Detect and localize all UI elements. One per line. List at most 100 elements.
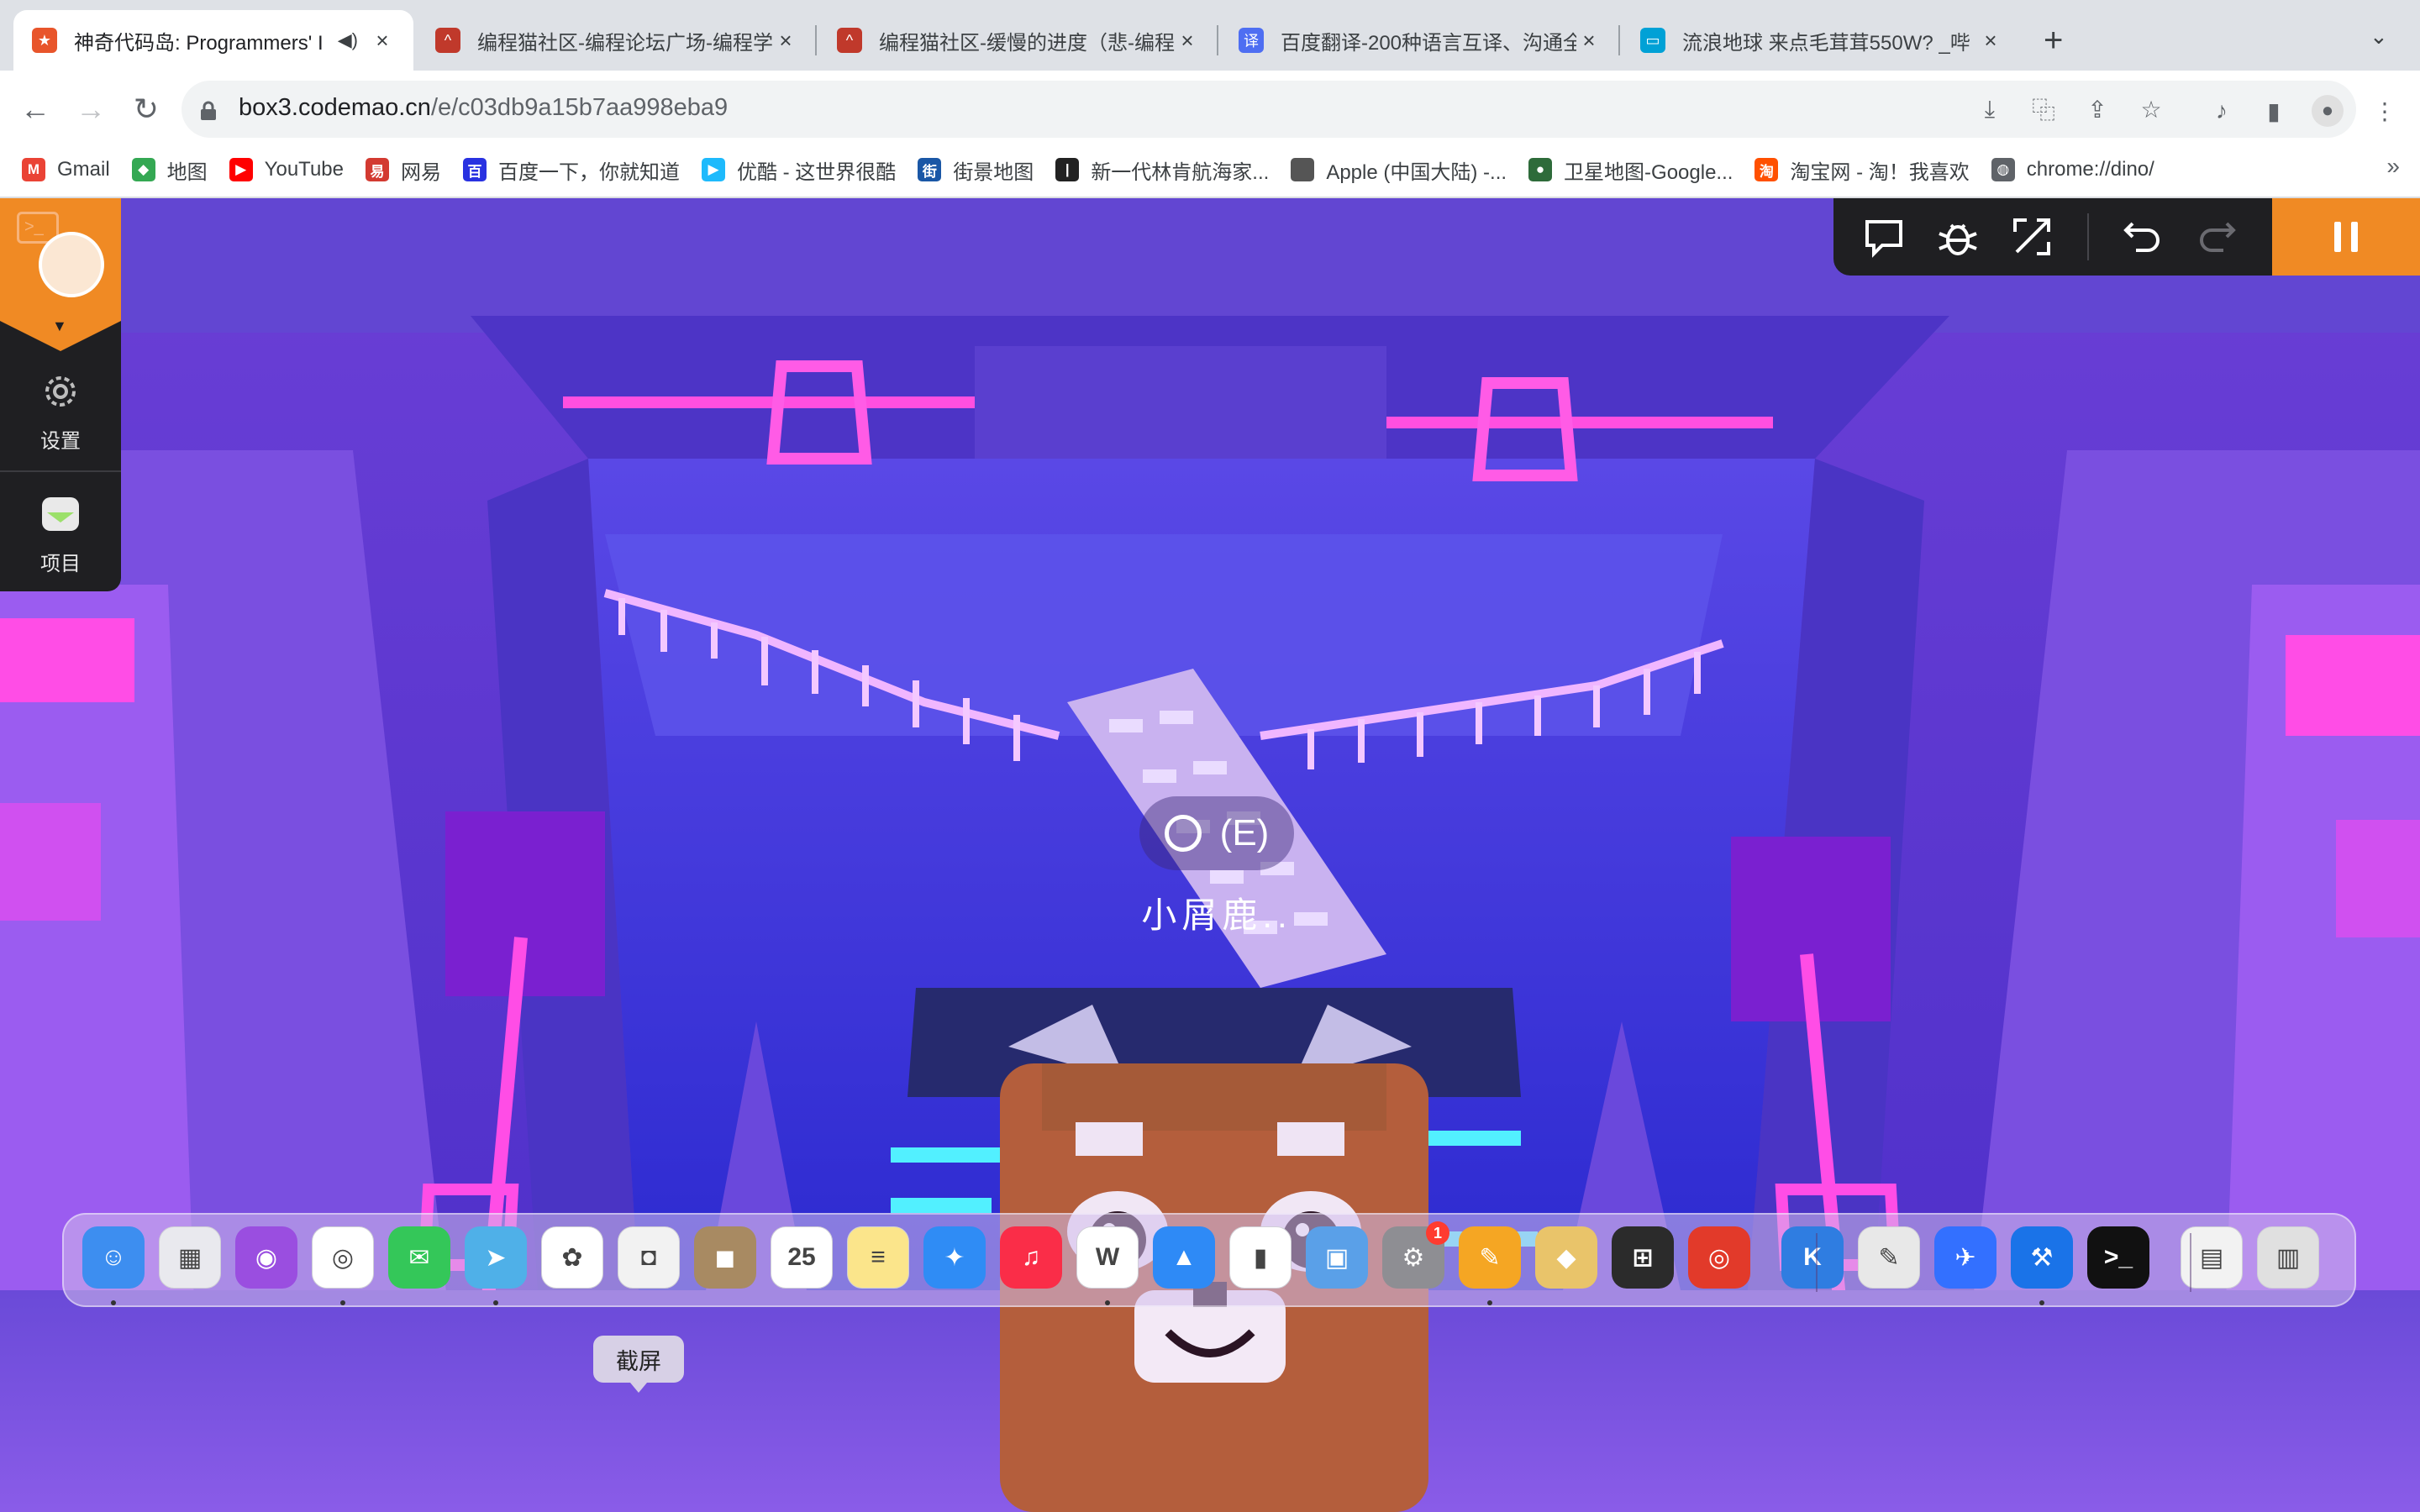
dock-separator xyxy=(2190,1233,2191,1292)
instruments-icon[interactable]: ◎ xyxy=(1688,1226,1750,1289)
speaker-icon[interactable]: ◀) xyxy=(338,29,358,51)
kebab-menu-icon[interactable]: ⋮ xyxy=(2365,91,2405,131)
gear-icon xyxy=(45,376,76,407)
tab-separator xyxy=(1618,25,1620,55)
project-button[interactable]: 项目 xyxy=(0,494,121,576)
bookmark-item[interactable]: M Gmail xyxy=(22,158,110,181)
url-host: box3.codemao.cn xyxy=(239,94,431,121)
launchpad-icon[interactable]: ▦ xyxy=(159,1226,221,1289)
bug-icon[interactable] xyxy=(1936,215,1980,259)
macos-dock: ☺ ▦ ◉ ◎ ✉ ➤ ✿ ◘ ◼ 25 ≡ ✦ ♫ W ▲ ▮ ▣ ⚙ 1 ✎ ◆ ⊞ ◎ K ✎ ✈ ⚒ >_ ▤ ▥ xyxy=(62,1213,2356,1307)
bookmark-item[interactable]: ● 卫星地图-Google... xyxy=(1528,155,1733,185)
bookmark-label: 网易 xyxy=(400,160,441,184)
interact-prompt[interactable]: (E) xyxy=(1139,796,1294,870)
close-icon[interactable]: × xyxy=(370,28,395,54)
tab[interactable]: ▭ 流浪地球 来点毛茸茸550W? _哔 × xyxy=(1622,10,2022,71)
chevron-down-icon[interactable]: ▼ xyxy=(52,318,67,335)
project-icon xyxy=(42,497,79,531)
notes-icon[interactable]: ≡ xyxy=(847,1226,909,1289)
maps-icon[interactable]: ➤ xyxy=(465,1226,527,1289)
close-icon[interactable]: × xyxy=(1175,28,1200,54)
translate-icon[interactable]: ⿻ xyxy=(2028,94,2059,124)
url-path: /e/c03db9a15b7aa998eba9 xyxy=(430,94,729,121)
install-app-icon[interactable]: ⤓ xyxy=(1975,94,2005,124)
numbers-icon[interactable]: ▮ xyxy=(1229,1226,1292,1289)
close-icon[interactable]: × xyxy=(1978,28,2003,54)
bookmark-item[interactable]: Apple (中国大陆) -... xyxy=(1291,155,1507,185)
new-tab-button[interactable]: + xyxy=(2044,20,2063,60)
bookmarks-bar: M Gmail ◆ 地图 ▶ YouTube 易网易百百度一下，你就知道 ▶ 优酷 - 这世界很… xyxy=(0,144,2420,195)
bookmark-item[interactable]: ◍ chrome://dino/ xyxy=(1991,158,2154,181)
screenshot-icon[interactable]: ◘ xyxy=(618,1226,680,1289)
lock-icon xyxy=(201,101,216,120)
tab[interactable]: ^ 编程猫社区-缓慢的进度（悲-编程 × xyxy=(818,10,1218,71)
undo-icon[interactable] xyxy=(2121,215,2165,259)
podcasts-icon[interactable]: ◉ xyxy=(235,1226,297,1289)
bookmark-item[interactable]: ▶ 优酷 - 这世界很酷 xyxy=(701,155,896,185)
chat-icon[interactable] xyxy=(1862,215,1906,259)
wps-icon[interactable]: W xyxy=(1076,1226,1139,1289)
calculator-icon[interactable]: ⊞ xyxy=(1612,1226,1674,1289)
sketch-icon[interactable]: ◆ xyxy=(1535,1226,1597,1289)
safari-icon[interactable]: ✦ xyxy=(923,1226,986,1289)
tab-strip: ★ 神奇代码岛: Programmers' I ◀) × ^ 编程猫社区-编程论… xyxy=(0,0,2420,71)
bilibili-icon: ▭ xyxy=(1640,28,1665,53)
settings-label: 设置 xyxy=(40,430,81,453)
globe-icon: ◍ xyxy=(1991,158,2015,181)
close-icon[interactable]: × xyxy=(1576,28,1602,54)
bookmark-item[interactable]: 百百度一下，你就知道 xyxy=(462,155,680,185)
messages-icon[interactable]: ✉ xyxy=(388,1226,450,1289)
game-viewport[interactable]: (E) 小屑鹿.. >_ ▼ 设置 项目 截屏 xyxy=(0,198,2420,1512)
feishu-icon[interactable]: ✈ xyxy=(1934,1226,1996,1289)
bookmark-item[interactable]: ◆ 地图 xyxy=(131,155,208,185)
bookmark-item[interactable]: ▶ YouTube xyxy=(229,158,344,181)
pause-button[interactable] xyxy=(2272,198,2420,276)
more-bookmarks-icon[interactable]: » xyxy=(2386,153,2400,180)
forward-button[interactable]: → xyxy=(67,86,114,133)
address-bar[interactable]: box3.codemao.cn/e/c03db9a15b7aa998eba9 ⤓… xyxy=(182,81,2356,138)
tab-search-button[interactable]: ⌄ xyxy=(2370,24,2388,50)
tab[interactable]: ^ 编程猫社区-编程论坛广场-编程学 × xyxy=(417,10,817,71)
bookmark-item[interactable]: 易网易 xyxy=(365,155,441,185)
chrome-icon[interactable]: ◎ xyxy=(312,1226,374,1289)
terminal-icon[interactable]: >_ xyxy=(2087,1226,2149,1289)
bookmark-item[interactable]: 街街景地图 xyxy=(918,155,1034,185)
contacts-icon[interactable]: ◼ xyxy=(694,1226,756,1289)
codemao-logo-button[interactable]: >_ xyxy=(0,198,121,321)
photos-icon[interactable]: ✿ xyxy=(541,1226,603,1289)
tab-title: 神奇代码岛: Programmers' I xyxy=(74,31,324,55)
project-label: 项目 xyxy=(40,553,81,575)
karabiner-icon[interactable]: K xyxy=(1781,1226,1844,1289)
keynote-icon[interactable]: ▲ xyxy=(1153,1226,1215,1289)
apple-icon xyxy=(1291,158,1315,181)
close-icon[interactable]: × xyxy=(773,28,798,54)
tab[interactable]: 译 百度翻译-200种语言互译、沟通全 × xyxy=(1220,10,1620,71)
tab-separator xyxy=(815,25,817,55)
preview-icon[interactable]: ▣ xyxy=(1306,1226,1368,1289)
system-preferences-icon[interactable]: ⚙ 1 xyxy=(1382,1221,1449,1289)
baidu-icon: 百 xyxy=(462,158,487,181)
fullscreen-icon[interactable] xyxy=(2010,215,2054,259)
finder-icon[interactable]: ☺ xyxy=(82,1226,145,1289)
script-editor-icon[interactable]: ✎ xyxy=(1858,1226,1920,1289)
music-icon[interactable]: ♫ xyxy=(1000,1226,1062,1289)
trash-icon[interactable]: ▥ xyxy=(2257,1226,2319,1289)
media-control-icon[interactable]: ♪ xyxy=(2202,91,2242,131)
tab-active[interactable]: ★ 神奇代码岛: Programmers' I ◀) × xyxy=(13,10,413,71)
side-panel-icon[interactable]: ▮ xyxy=(2254,91,2294,131)
reload-button[interactable]: ↻ xyxy=(123,86,170,133)
baidu-translate-icon: 译 xyxy=(1239,28,1264,53)
back-button[interactable]: ← xyxy=(12,86,59,133)
bookmark-item[interactable]: 淘淘宝网 - 淘！我喜欢 xyxy=(1754,155,1970,185)
redo-icon[interactable] xyxy=(2195,215,2238,259)
xcode-icon[interactable]: ⚒ xyxy=(2011,1226,2073,1289)
pages-icon[interactable]: ✎ xyxy=(1459,1226,1521,1289)
settings-button[interactable]: 设置 xyxy=(0,371,121,454)
profile-avatar[interactable]: ● xyxy=(2307,91,2348,131)
star-icon[interactable]: ☆ xyxy=(2136,94,2166,124)
share-icon[interactable]: ⇪ xyxy=(2082,94,2112,124)
bookmark-label: 地图 xyxy=(166,160,208,184)
calendar-icon[interactable]: 25 xyxy=(771,1226,833,1289)
pause-icon xyxy=(2334,222,2341,252)
bookmark-item[interactable]: | 新一代林肯航海家... xyxy=(1055,155,1269,185)
